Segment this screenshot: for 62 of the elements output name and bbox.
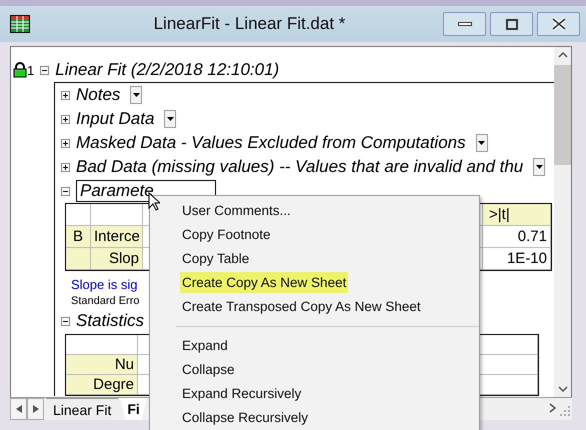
left-arrow-icon — [16, 405, 22, 413]
right-arrow-icon — [32, 405, 38, 413]
table-cell: 0.71 — [483, 226, 551, 248]
caret-icon — [478, 141, 486, 145]
menu-item[interactable]: User Comments... — [180, 200, 293, 221]
table-cell: Nu — [66, 355, 138, 375]
scroll-right-button[interactable] — [27, 398, 44, 420]
window-title: LinearFit - Linear Fit.dat * — [152, 14, 346, 34]
menu-item[interactable]: Copy Footnote — [180, 224, 273, 245]
dropdown-button[interactable] — [164, 110, 176, 128]
sheet-tab[interactable]: Fi — [120, 398, 147, 420]
menu-item[interactable]: Collapse Recursively — [180, 407, 310, 428]
expand-button[interactable] — [61, 90, 70, 100]
note-text: Slope is sig — [71, 277, 138, 292]
report-title: Linear Fit (2/2/2018 12:10:01) — [55, 60, 280, 80]
scroll-left-button[interactable] — [10, 398, 27, 420]
minimize-icon — [458, 22, 472, 26]
report-index: 1 — [27, 62, 34, 78]
section-title: Bad Data (missing values) -- Values that are invalid and thu — [76, 157, 524, 177]
close-button[interactable] — [537, 12, 580, 36]
section-title: Notes — [76, 85, 120, 105]
dropdown-button[interactable] — [130, 86, 142, 104]
minimize-button[interactable] — [443, 12, 486, 36]
plus-icon — [62, 92, 69, 98]
collapse-button[interactable] — [61, 186, 70, 196]
table-cell: Degre — [66, 375, 138, 395]
expand-button[interactable] — [61, 162, 70, 172]
worksheet-icon — [10, 15, 30, 33]
menu-item[interactable]: Collapse — [180, 359, 237, 380]
maximize-icon — [506, 18, 518, 30]
caret-icon — [132, 93, 140, 97]
caret-icon — [536, 165, 543, 169]
caret-icon — [166, 117, 174, 121]
plus-icon — [62, 140, 69, 146]
expand-button[interactable] — [61, 114, 70, 124]
section-title: Statistics — [76, 311, 144, 331]
section-title: Masked Data - Values Excluded from Computations — [76, 133, 466, 153]
menu-item[interactable]: Copy Table — [180, 248, 252, 269]
lock-icon — [13, 62, 27, 78]
footnote-text: Standard Erro — [71, 295, 140, 307]
plus-icon — [62, 116, 69, 122]
menu-item[interactable]: Create Transposed Copy As New Sheet — [180, 296, 423, 317]
column-header: >|t| — [483, 204, 551, 226]
menu-item[interactable]: Expand Recursively — [180, 383, 304, 404]
plus-icon — [62, 164, 69, 170]
section-title: Input Data — [76, 109, 154, 129]
close-icon — [550, 17, 566, 31]
collapse-button[interactable] — [61, 316, 70, 326]
dropdown-button[interactable] — [476, 134, 488, 152]
menu-item[interactable]: Expand — [180, 335, 230, 356]
group-cell: B — [66, 226, 91, 248]
menu-item[interactable]: Create Copy As New Sheet — [180, 272, 348, 293]
group-cell — [66, 248, 91, 270]
table-cell: 1E-10 — [483, 248, 551, 270]
expand-button[interactable] — [61, 138, 70, 148]
collapse-button[interactable] — [40, 66, 50, 74]
maximize-button[interactable] — [490, 12, 533, 36]
section-title: Paramete — [80, 181, 154, 201]
scrollbar-thumb[interactable] — [554, 65, 571, 165]
table-cell: Slop — [91, 248, 143, 270]
dropdown-button[interactable] — [533, 158, 546, 176]
table-cell: Interce — [91, 226, 143, 248]
